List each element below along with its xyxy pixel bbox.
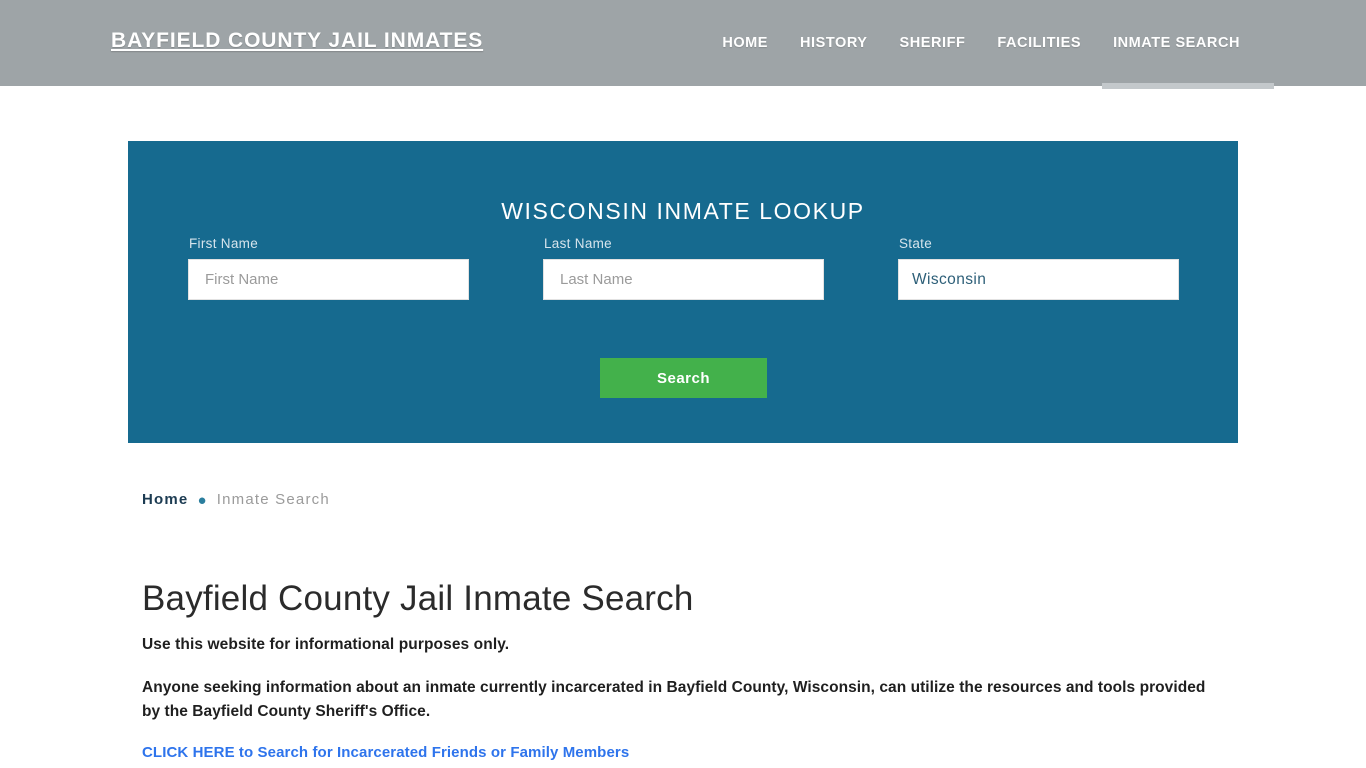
- breadcrumb-current: Inmate Search: [216, 491, 330, 508]
- last-name-field-group: Last Name: [543, 236, 824, 300]
- state-select[interactable]: [898, 259, 1179, 300]
- first-name-label: First Name: [189, 236, 259, 251]
- last-name-input[interactable]: [543, 259, 824, 300]
- first-name-input[interactable]: [188, 259, 469, 300]
- first-name-field-group: First Name: [188, 236, 469, 300]
- page-paragraph: Anyone seeking information about an inma…: [142, 679, 1206, 720]
- inmate-lookup-panel: WISCONSIN INMATE LOOKUP First Name Last …: [128, 141, 1238, 443]
- lookup-panel-title: WISCONSIN INMATE LOOKUP: [501, 198, 865, 225]
- search-cta-link[interactable]: CLICK HERE to Search for Incarcerated Fr…: [142, 744, 629, 761]
- search-button[interactable]: Search: [600, 358, 767, 398]
- site-brand[interactable]: BAYFIELD COUNTY JAIL INMATES: [111, 29, 483, 53]
- nav-item-inmate-search[interactable]: INMATE SEARCH: [1097, 30, 1274, 89]
- nav-item-sheriff[interactable]: SHERIFF: [884, 30, 982, 57]
- main-navigation: HOME HISTORY SHERIFF FACILITIES INMATE S…: [706, 30, 1274, 89]
- last-name-label: Last Name: [544, 236, 612, 251]
- nav-item-facilities[interactable]: FACILITIES: [981, 30, 1097, 57]
- page-content: Home ● Inmate Search Bayfield County Jai…: [142, 490, 1232, 762]
- site-header: BAYFIELD COUNTY JAIL INMATES HOME HISTOR…: [0, 0, 1366, 89]
- breadcrumb-separator-icon: ●: [197, 491, 208, 509]
- nav-item-home[interactable]: HOME: [706, 30, 784, 57]
- state-field-group: State: [898, 236, 1179, 300]
- breadcrumb: Home ● Inmate Search: [142, 490, 1232, 510]
- page-title: Bayfield County Jail Inmate Search: [142, 579, 694, 618]
- state-label: State: [899, 236, 933, 251]
- breadcrumb-home[interactable]: Home: [142, 490, 188, 510]
- page-lede: Use this website for informational purpo…: [142, 636, 510, 653]
- nav-item-history[interactable]: HISTORY: [784, 30, 884, 57]
